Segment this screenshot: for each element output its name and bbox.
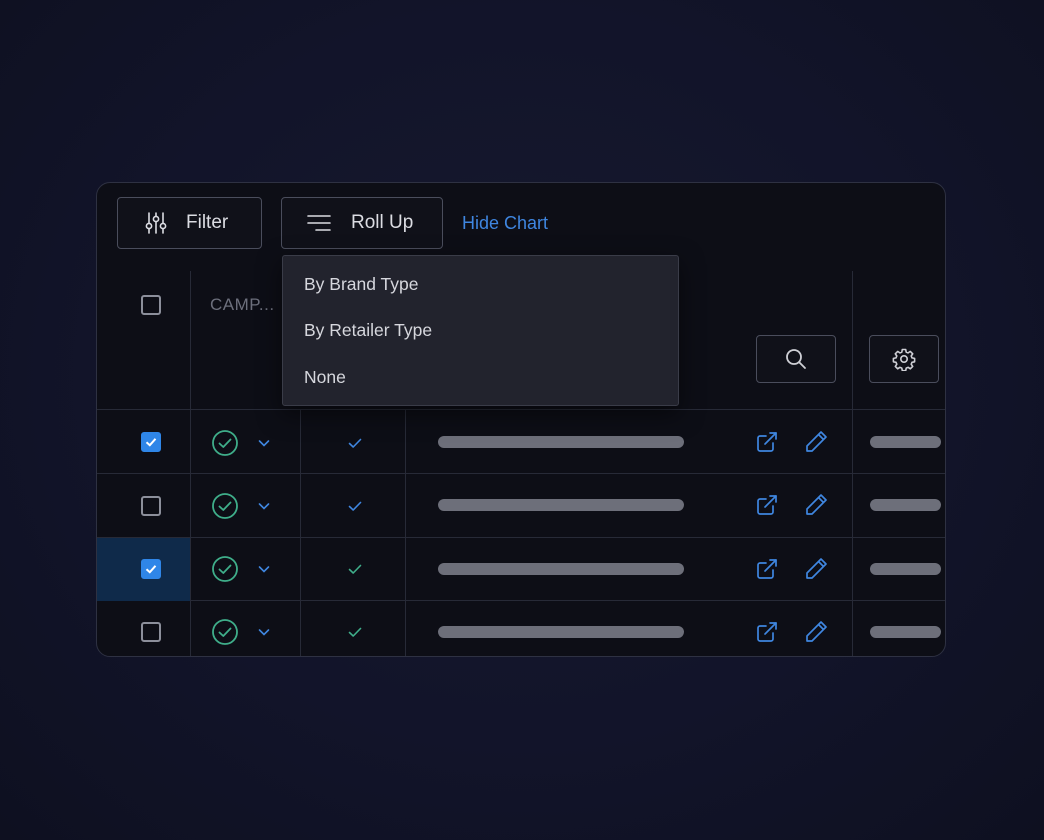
chevron-down-icon[interactable]: [257, 562, 271, 576]
search-button[interactable]: [756, 335, 836, 383]
search-icon: [784, 347, 808, 371]
placeholder-bar: [438, 499, 684, 511]
rollup-label: Roll Up: [351, 212, 414, 233]
pencil-icon[interactable]: [803, 429, 829, 455]
external-link-icon[interactable]: [755, 557, 779, 581]
rollup-button[interactable]: Roll Up: [281, 197, 443, 249]
pencil-icon[interactable]: [803, 619, 829, 645]
settings-button[interactable]: [869, 335, 939, 383]
divider: [97, 409, 945, 410]
external-link-icon[interactable]: [755, 493, 779, 517]
check-circle-icon: [211, 492, 239, 520]
gear-icon: [892, 347, 916, 371]
pencil-icon[interactable]: [803, 556, 829, 582]
data-table-panel: Filter Roll Up Hide Chart CAMP... By Bra…: [96, 182, 946, 657]
check-icon: [347, 498, 363, 514]
placeholder-bar: [870, 563, 941, 575]
rollup-dropdown-menu: By Brand Type By Retailer Type None: [282, 255, 679, 406]
filter-button[interactable]: Filter: [117, 197, 262, 249]
chevron-down-icon[interactable]: [257, 499, 271, 513]
external-link-icon[interactable]: [755, 430, 779, 454]
select-all-checkbox[interactable]: [141, 295, 161, 315]
rollup-option-brand-type[interactable]: By Brand Type: [304, 274, 418, 295]
pencil-icon[interactable]: [803, 492, 829, 518]
chevron-down-icon[interactable]: [257, 436, 271, 450]
divider: [97, 600, 945, 601]
divider: [405, 409, 406, 656]
placeholder-bar: [438, 436, 684, 448]
hide-chart-link[interactable]: Hide Chart: [462, 213, 548, 234]
divider: [300, 409, 301, 656]
divider: [97, 537, 945, 538]
check-circle-icon: [211, 618, 239, 646]
row-checkbox[interactable]: [141, 496, 161, 516]
lines-icon: [307, 211, 331, 235]
check-icon: [347, 435, 363, 451]
row-checkbox[interactable]: [141, 559, 161, 579]
rollup-option-retailer-type[interactable]: By Retailer Type: [304, 320, 432, 341]
row-checkbox[interactable]: [141, 432, 161, 452]
divider: [97, 473, 945, 474]
check-icon: [347, 624, 363, 640]
sliders-icon: [144, 211, 168, 235]
check-circle-icon: [211, 429, 239, 457]
check-icon: [347, 561, 363, 577]
rollup-option-none[interactable]: None: [304, 367, 346, 388]
chevron-down-icon[interactable]: [257, 625, 271, 639]
column-header-campaign: CAMP...: [210, 295, 275, 314]
placeholder-bar: [870, 436, 941, 448]
external-link-icon[interactable]: [755, 620, 779, 644]
check-circle-icon: [211, 555, 239, 583]
filter-label: Filter: [186, 212, 229, 233]
placeholder-bar: [438, 563, 684, 575]
placeholder-bar: [870, 626, 941, 638]
placeholder-bar: [870, 499, 941, 511]
row-checkbox[interactable]: [141, 622, 161, 642]
placeholder-bar: [438, 626, 684, 638]
